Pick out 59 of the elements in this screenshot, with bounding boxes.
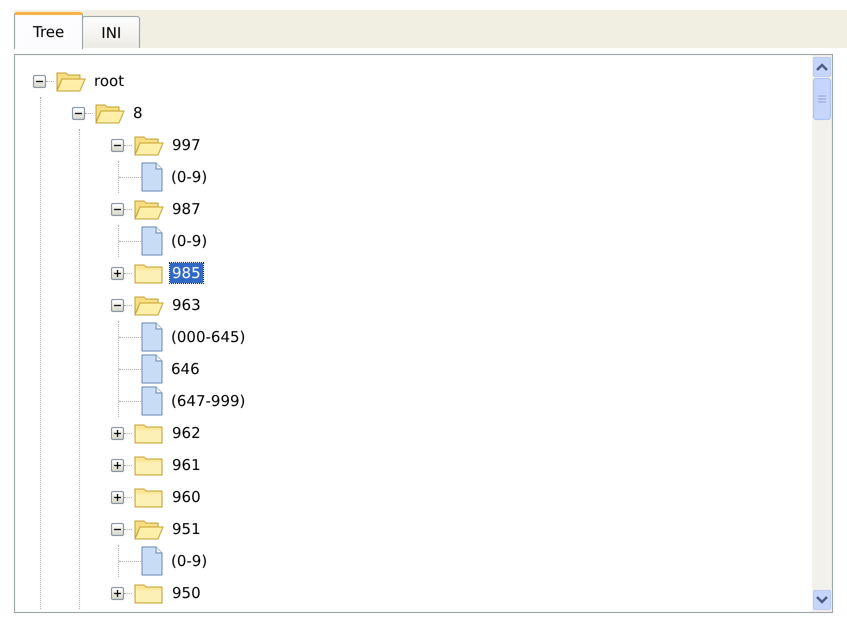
- expand-button[interactable]: [111, 586, 124, 600]
- tree-item[interactable]: 960: [170, 487, 203, 507]
- folder-icon: [134, 454, 164, 476]
- tree-item[interactable]: 963: [170, 295, 203, 315]
- tree-item[interactable]: 987: [170, 199, 203, 219]
- scroll-up-button[interactable]: [813, 57, 831, 77]
- scrollbar[interactable]: [812, 55, 832, 612]
- folder-icon: [95, 102, 125, 124]
- plus-icon: [113, 428, 122, 438]
- expand-button[interactable]: [111, 266, 124, 280]
- file-icon: [141, 386, 163, 416]
- scroll-thumb[interactable]: [813, 78, 831, 120]
- file-icon: [141, 546, 163, 576]
- tree-item[interactable]: 646: [169, 359, 202, 379]
- tree-item[interactable]: root: [92, 71, 126, 91]
- collapse-button[interactable]: [111, 138, 124, 152]
- tree-item[interactable]: 997: [170, 135, 203, 155]
- collapse-button[interactable]: [72, 106, 85, 120]
- folder-icon: [134, 262, 164, 284]
- expand-button[interactable]: [111, 426, 124, 440]
- folder-icon: [134, 198, 164, 220]
- tree-item[interactable]: 8: [131, 103, 145, 123]
- tab[interactable]: Tree: [14, 12, 84, 49]
- tab[interactable]: INI: [82, 16, 140, 48]
- plus-icon: [113, 268, 122, 278]
- folder-icon: [134, 518, 164, 540]
- tree-item[interactable]: 951: [170, 519, 203, 539]
- caret-up-icon: [816, 63, 828, 71]
- folder-icon: [56, 70, 86, 92]
- collapse-button[interactable]: [111, 522, 124, 536]
- folder-icon: [134, 422, 164, 444]
- folder-icon: [134, 294, 164, 316]
- collapse-button[interactable]: [33, 74, 46, 88]
- folder-icon: [134, 134, 164, 156]
- plus-icon: [113, 588, 122, 598]
- file-icon: [141, 162, 163, 192]
- tree-item[interactable]: (0-9): [169, 231, 210, 251]
- tree-item[interactable]: 961: [170, 455, 203, 475]
- tree-item[interactable]: (0-9): [169, 167, 210, 187]
- collapse-button[interactable]: [111, 202, 124, 216]
- file-icon: [141, 322, 163, 352]
- caret-down-icon: [816, 596, 828, 604]
- tree-item[interactable]: 985: [170, 263, 203, 283]
- collapse-button[interactable]: [111, 298, 124, 312]
- tree-item[interactable]: 950: [170, 583, 203, 603]
- tree-item[interactable]: (647-999): [169, 391, 248, 411]
- tree-item[interactable]: (0-9): [169, 551, 210, 571]
- expand-button[interactable]: [111, 458, 124, 472]
- tree-item[interactable]: 962: [170, 423, 203, 443]
- folder-icon: [134, 486, 164, 508]
- expand-button[interactable]: [111, 490, 124, 504]
- file-icon: [141, 354, 163, 384]
- tree-item[interactable]: (000-645): [169, 327, 248, 347]
- grip-icon: [818, 95, 826, 103]
- plus-icon: [113, 492, 122, 502]
- folder-icon: [134, 582, 164, 604]
- plus-icon: [113, 460, 122, 470]
- scroll-down-button[interactable]: [813, 590, 831, 610]
- file-icon: [141, 226, 163, 256]
